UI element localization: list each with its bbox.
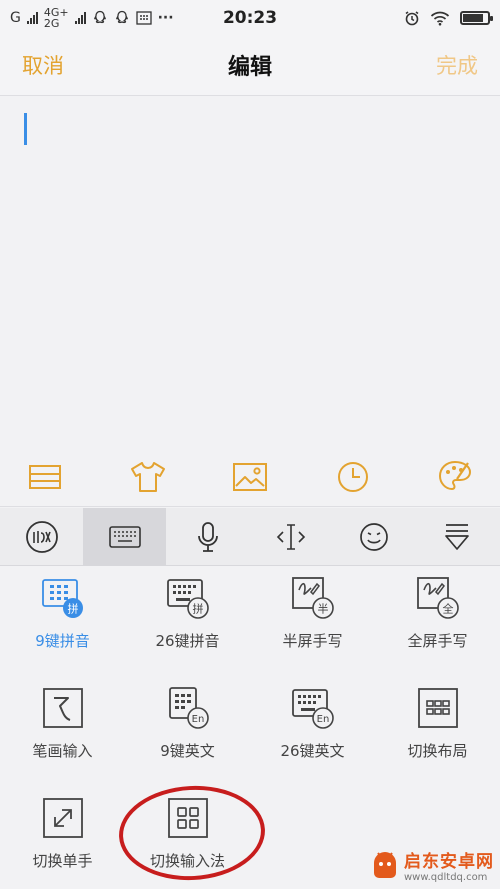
method-label: 切换布局	[407, 742, 468, 760]
emoji-icon	[359, 522, 388, 551]
page-title: 编辑	[227, 55, 273, 80]
keyboard-icon	[108, 525, 141, 548]
signal-icon	[26, 12, 38, 24]
method-badge: 半	[317, 602, 328, 616]
method-label: 9键拼音	[35, 632, 90, 650]
handwriting-logo-button[interactable]	[0, 508, 83, 566]
watermark-text: 启东安卓网 www.qdltdq.com	[404, 847, 494, 883]
method-stroke-input[interactable]: 笔画输入	[0, 676, 125, 776]
method-nine-key-english[interactable]: En 9键英文	[125, 676, 250, 776]
handwriting-logo-icon	[25, 520, 58, 553]
carrier-label: G	[10, 10, 21, 26]
method-label: 半屏手写	[282, 632, 343, 650]
app-grid-icon	[135, 11, 152, 25]
qq-icon	[93, 10, 106, 24]
switch-one-hand-icon	[41, 796, 85, 840]
battery-icon	[460, 11, 493, 25]
method-label: 切换输入法	[149, 852, 225, 870]
method-label: 全屏手写	[407, 632, 468, 650]
method-switch-one-hand[interactable]: 切换单手	[0, 786, 125, 886]
microphone-icon	[197, 521, 218, 552]
method-label: 笔画输入	[32, 742, 93, 760]
method-switch-layout[interactable]: 切换布局	[375, 676, 500, 776]
watermark: 启东安卓网 www.qdltdq.com	[370, 847, 494, 883]
watermark-name: 启东安卓网	[404, 852, 494, 872]
qq-icon-2	[115, 10, 128, 24]
wifi-icon	[430, 11, 450, 25]
note-editor[interactable]	[0, 97, 500, 447]
clock-time: 20:23	[222, 8, 278, 28]
switch-layout-icon	[416, 686, 460, 730]
voice-input-button[interactable]	[166, 508, 249, 566]
network-bottom: 2G	[43, 17, 60, 30]
method-full-screen-handwriting[interactable]: 全 全屏手写	[375, 566, 500, 666]
done-button[interactable]: 完成	[436, 50, 478, 80]
editor-toolbar	[0, 447, 500, 507]
method-badge: En	[316, 714, 329, 725]
stroke-input-icon	[41, 686, 85, 730]
method-badge: 全	[442, 602, 453, 616]
status-bar: G 4G+ 2G ··· 20:23	[0, 0, 500, 36]
method-switch-input-method[interactable]: 切换输入法	[125, 786, 250, 886]
text-cursor	[24, 113, 27, 145]
watermark-logo-icon	[374, 852, 396, 878]
method-26-key-pinyin[interactable]: 拼 26键拼音	[125, 566, 250, 666]
method-26-key-english[interactable]: En 26键英文	[250, 676, 375, 776]
status-right	[404, 10, 493, 26]
half-screen-handwriting-icon: 半	[291, 576, 335, 620]
network-type: 4G+ 2G	[44, 7, 69, 29]
list-icon[interactable]	[20, 452, 70, 502]
navigation-bar: 取消 编辑 完成	[0, 36, 500, 96]
full-screen-handwriting-icon: 全	[416, 576, 460, 620]
battery-level	[463, 14, 483, 22]
26-key-english-icon: En	[291, 686, 335, 730]
input-method-bar	[0, 507, 500, 566]
method-label: 9键英文	[160, 742, 215, 760]
emoji-button[interactable]	[332, 508, 415, 566]
26-key-pinyin-icon: 拼	[166, 576, 210, 620]
collapse-keyboard-button[interactable]	[415, 508, 498, 566]
collapse-keyboard-icon	[444, 523, 469, 550]
clock-icon[interactable]	[328, 452, 378, 502]
cancel-button[interactable]: 取消	[22, 50, 64, 80]
method-half-screen-handwriting[interactable]: 半 半屏手写	[250, 566, 375, 666]
nine-key-english-icon: En	[166, 686, 210, 730]
method-nine-key-pinyin[interactable]: 拼 9键拼音	[0, 566, 125, 666]
method-label: 切换单手	[32, 852, 93, 870]
switch-input-method-icon	[166, 796, 210, 840]
signal-icon-2	[74, 12, 86, 24]
tshirt-icon[interactable]	[123, 452, 173, 502]
palette-icon[interactable]	[430, 452, 480, 502]
watermark-url: www.qdltdq.com	[404, 872, 488, 883]
alarm-icon	[405, 11, 419, 26]
nine-key-pinyin-icon: 拼	[41, 576, 85, 620]
input-method-grid: 拼 9键拼音 拼 26键拼音 半 半屏手写 全 全屏手写 笔画输入 En 9键英…	[0, 566, 500, 889]
keyboard-button[interactable]	[83, 507, 166, 566]
more-notifications: ···	[157, 10, 174, 26]
method-badge: 拼	[192, 602, 203, 616]
method-badge: 拼	[67, 602, 78, 616]
cursor-move-icon	[276, 523, 305, 550]
cursor-move-button[interactable]	[249, 508, 332, 566]
method-label: 26键英文	[280, 742, 345, 760]
status-left: G 4G+ 2G ···	[10, 7, 174, 29]
image-icon[interactable]	[225, 452, 275, 502]
method-label: 26键拼音	[155, 632, 220, 650]
method-badge: En	[191, 714, 204, 725]
